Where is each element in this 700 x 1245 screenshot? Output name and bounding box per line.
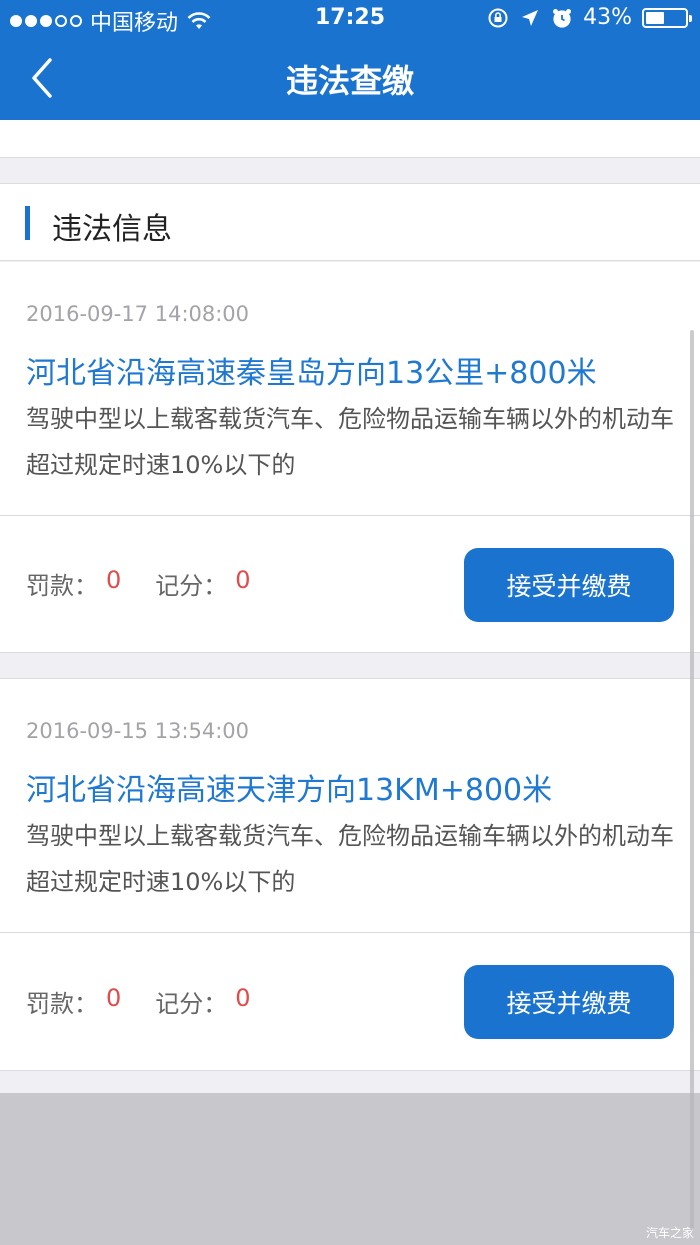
fine-label: 罚款： (26, 572, 98, 600)
violation-card: 2016-09-15 13:54:00 河北省沿海高速天津方向13KM+800米… (0, 678, 700, 1071)
alarm-clock-icon (553, 8, 572, 28)
status-bar: 中国移动 17:25 43% (0, 0, 700, 38)
section-title: 违法信息 (52, 212, 172, 247)
violation-time: 2016-09-15 13:54:00 (26, 719, 250, 743)
section-header: 违法信息 (0, 183, 700, 261)
bottom-area: 汽车之家 (0, 1093, 700, 1245)
violation-time: 2016-09-17 14:08:00 (26, 302, 250, 326)
violation-location[interactable]: 河北省沿海高速秦皇岛方向13公里+800米 (26, 348, 597, 392)
status-right: 43% (487, 5, 692, 30)
nav-bar: 违法查缴 (0, 38, 700, 120)
fine-row: 罚款： 0 记分： 0 (26, 984, 285, 1019)
fine-label: 罚款： (26, 990, 98, 1018)
points-label: 记分： (155, 990, 228, 1018)
accept-and-pay-button[interactable]: 接受并缴费 (464, 548, 674, 622)
chevron-left-icon[interactable] (22, 52, 66, 104)
fine-value: 0 (106, 984, 122, 1012)
accept-and-pay-button[interactable]: 接受并缴费 (464, 965, 674, 1039)
card-divider (0, 932, 700, 933)
battery-percent: 43% (583, 5, 632, 30)
top-strip (0, 120, 700, 158)
battery-icon (642, 7, 692, 28)
points-label: 记分： (155, 572, 228, 600)
violation-description: 驾驶中型以上载客载货汽车、危险物品运输车辆以外的机动车超过规定时速10%以下的 (26, 405, 674, 479)
watermark: 汽车之家 (645, 1226, 694, 1240)
points-value: 0 (235, 566, 251, 594)
points-value: 0 (235, 984, 251, 1012)
card-divider (0, 515, 700, 516)
rotation-lock-icon (488, 8, 508, 27)
violation-description: 驾驶中型以上载客载货汽车、危险物品运输车辆以外的机动车超过规定时速10%以下的 (26, 822, 674, 896)
location-arrow-icon (522, 9, 539, 26)
fine-row: 罚款： 0 记分： 0 (26, 566, 285, 601)
fine-value: 0 (106, 566, 122, 594)
app-header: 中国移动 17:25 43% 违法查缴 (0, 0, 700, 120)
violation-card: 2016-09-17 14:08:00 河北省沿海高速秦皇岛方向13公里+800… (0, 262, 700, 653)
section-accent-bar (25, 206, 30, 240)
page-title: 违法查缴 (285, 62, 414, 100)
violation-location[interactable]: 河北省沿海高速天津方向13KM+800米 (26, 765, 552, 809)
scrollbar[interactable] (690, 330, 694, 1230)
